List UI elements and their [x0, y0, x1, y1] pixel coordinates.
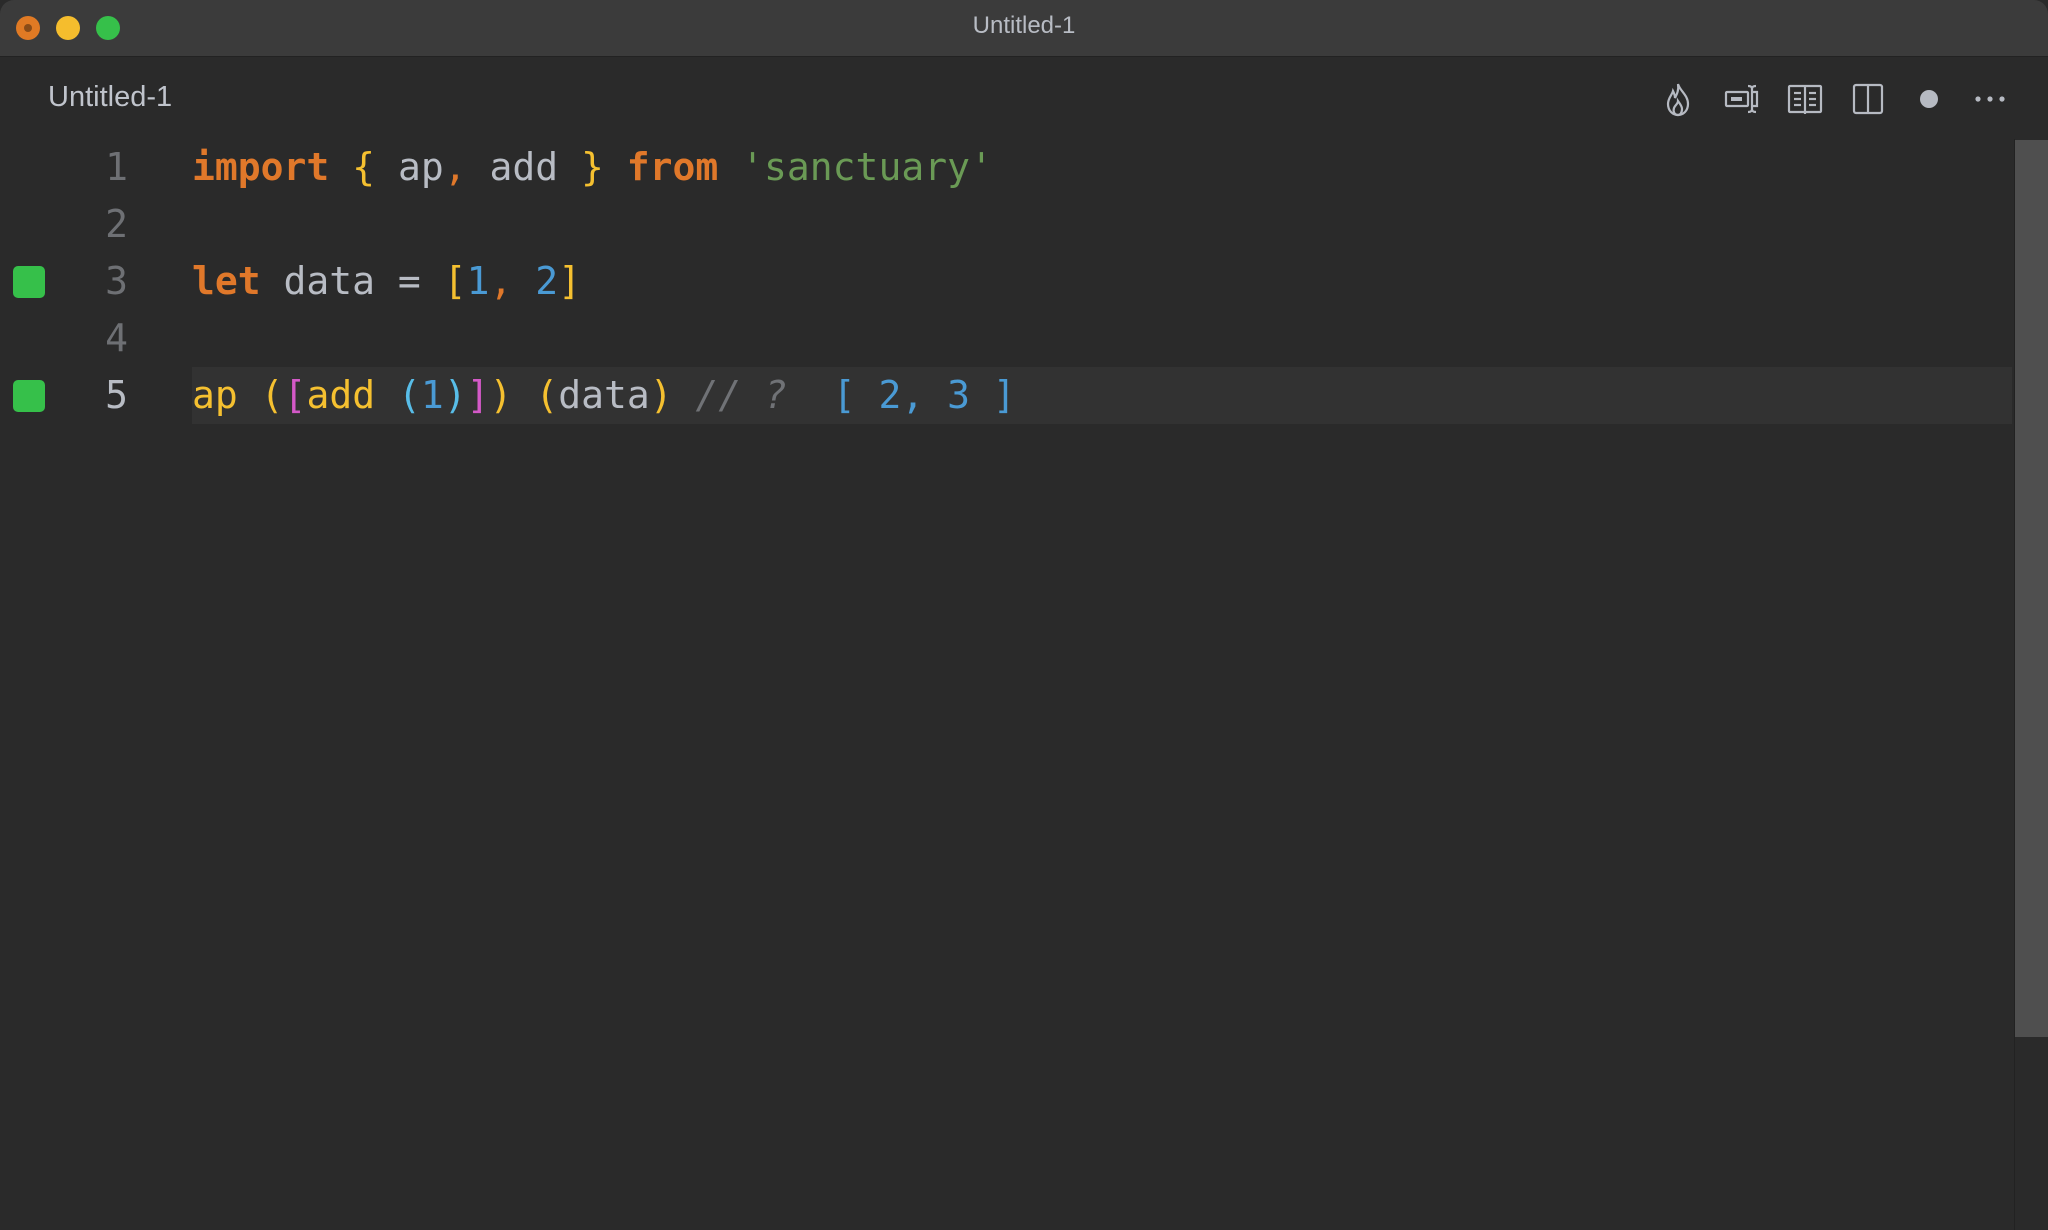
code-token: data	[558, 373, 650, 417]
code-token: [ 2, 3 ]	[832, 373, 1016, 417]
line-number: 5	[105, 373, 128, 417]
line-number: 1	[105, 145, 128, 189]
coverage-marker	[13, 380, 45, 412]
code-token: )	[443, 373, 467, 417]
flame-icon[interactable]	[1658, 79, 1698, 119]
code-token: ]	[558, 259, 582, 303]
code-text[interactable]: import { ap, add } from 'sanctuary'	[192, 139, 2012, 196]
code-line[interactable]: 1 import { ap, add } from 'sanctuary'	[0, 139, 2012, 196]
line-number: 2	[105, 202, 128, 246]
code-token: 2	[535, 259, 559, 303]
window-title: Untitled-1	[972, 12, 1076, 39]
code-token: ap	[192, 373, 238, 417]
code-token: from	[626, 145, 719, 189]
code-token: {	[352, 145, 376, 189]
code-token: (	[535, 373, 559, 417]
code-token: [	[283, 373, 307, 417]
code-token: let	[192, 259, 261, 303]
code-token: // ?	[672, 373, 833, 417]
code-token: 1	[466, 259, 490, 303]
code-text[interactable]: let data = [1, 2]	[192, 253, 2012, 310]
code-line[interactable]: 5 ap ([add (1)]) (data) // ? [ 2, 3 ]	[0, 367, 2012, 424]
code-editor[interactable]: 1 import { ap, add } from 'sanctuary' 2 3 le…	[0, 139, 2012, 1230]
code-text[interactable]	[192, 310, 2012, 367]
open-preview-book-icon[interactable]	[1785, 79, 1825, 119]
line-number: 4	[105, 316, 128, 360]
line-number: 3	[105, 259, 128, 303]
code-token: )	[489, 373, 513, 417]
title-bar: Untitled-1	[0, 0, 2048, 57]
code-token: ,	[443, 145, 467, 189]
code-token: ,	[489, 259, 513, 303]
split-editor-icon[interactable]	[1848, 79, 1888, 119]
code-token: (	[397, 373, 421, 417]
code-text[interactable]	[192, 196, 2012, 253]
code-token: import	[192, 145, 330, 189]
code-token: [	[443, 259, 467, 303]
unsaved-dot-icon[interactable]	[1909, 79, 1949, 119]
code-line[interactable]: 2	[0, 196, 2012, 253]
code-token: add	[466, 145, 581, 189]
more-actions-icon[interactable]	[1970, 79, 2010, 119]
code-token: (	[260, 373, 284, 417]
code-token: ]	[466, 373, 490, 417]
tab-bar: Untitled-1	[0, 57, 2048, 139]
tab-untitled-1[interactable]: Untitled-1	[48, 81, 172, 114]
code-line[interactable]: 3 let data = [1, 2]	[0, 253, 2012, 310]
code-token: 1	[420, 373, 444, 417]
code-token: }	[580, 145, 604, 189]
code-token: )	[649, 373, 673, 417]
code-token: 'sanctuary'	[741, 145, 993, 189]
rename-cursor-icon[interactable]	[1722, 79, 1762, 119]
code-token: data =	[260, 259, 444, 303]
coverage-marker	[13, 266, 45, 298]
code-token: add	[306, 373, 376, 417]
code-token: ap	[375, 145, 444, 189]
scrollbar-thumb[interactable]	[2015, 140, 2048, 1037]
code-text[interactable]: ap ([add (1)]) (data) // ? [ 2, 3 ]	[192, 367, 2012, 424]
vertical-scrollbar[interactable]	[2014, 139, 2048, 1230]
code-line[interactable]: 4	[0, 310, 2012, 367]
